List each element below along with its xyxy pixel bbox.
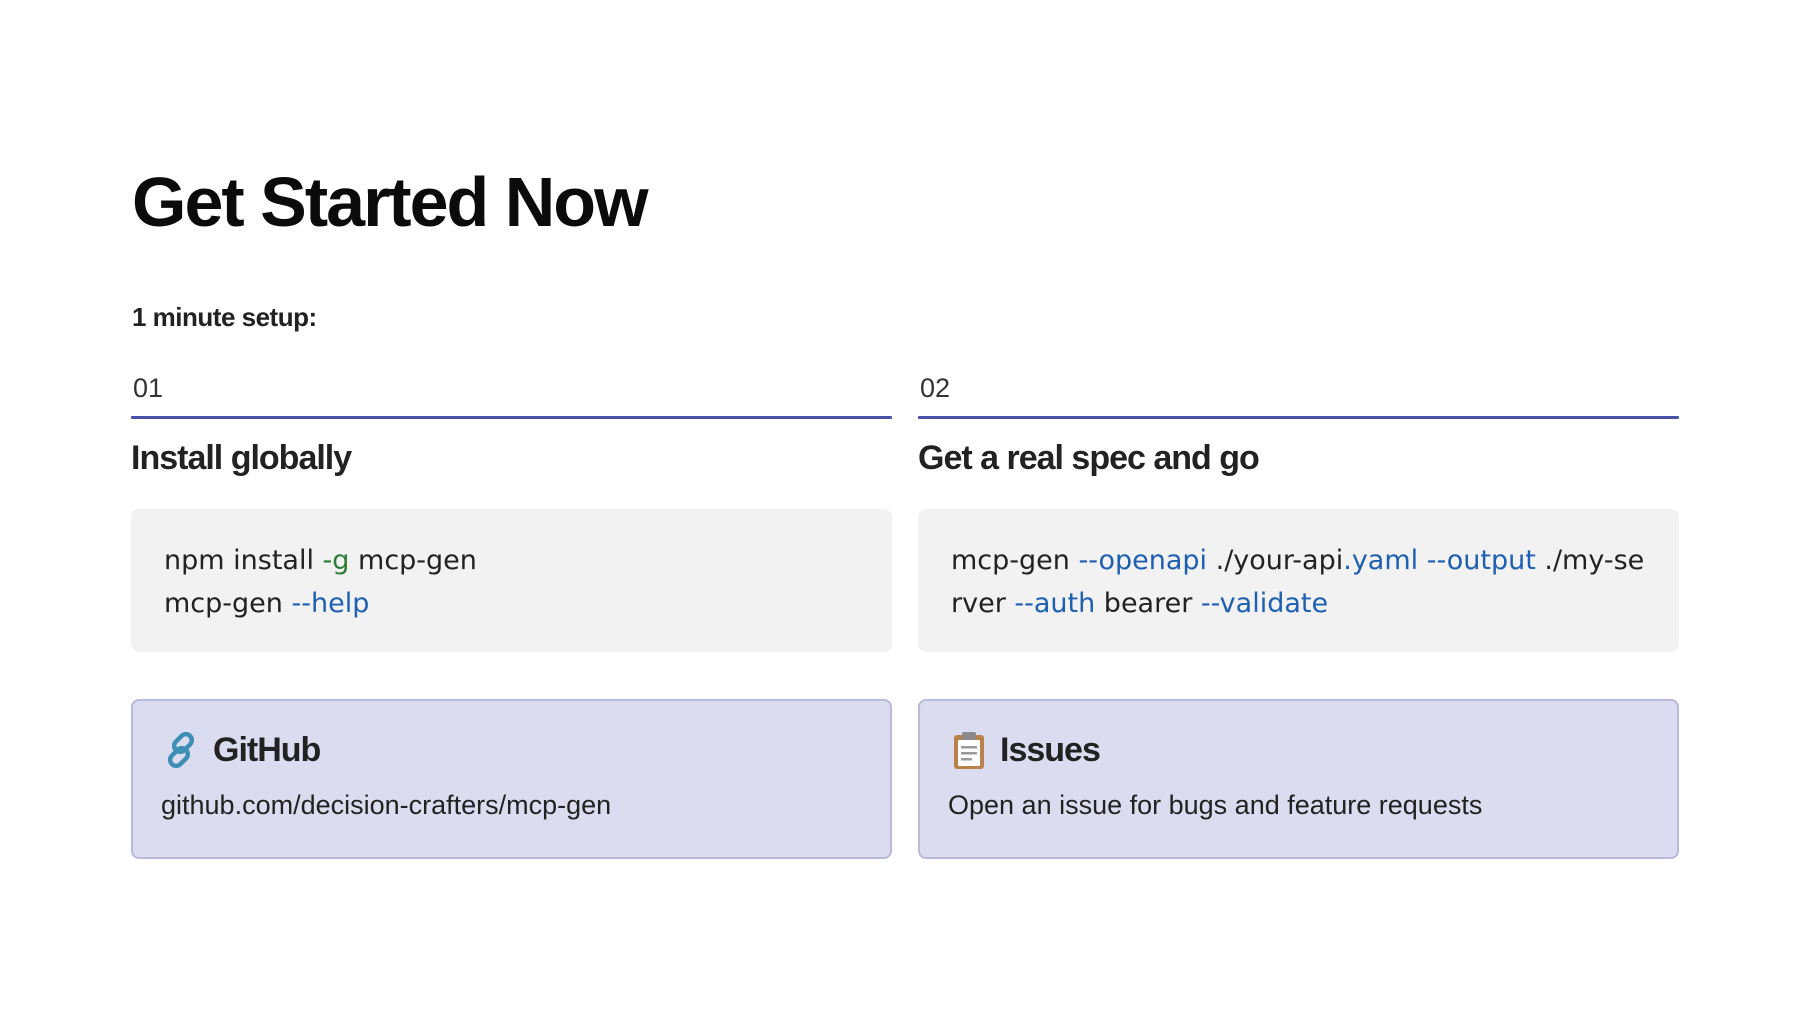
code-flag: --openapi [1078,545,1208,576]
code-flag: -g [322,545,350,576]
step-title: Get a real spec and go [918,439,1260,477]
code-text: npm install [164,545,323,576]
step-divider [918,416,1679,419]
code-block[interactable]: mcp-gen --openapi ./your-api.yaml --outp… [918,509,1679,652]
step-2: 02 Get a real spec and go mcp-gen --open… [918,370,1679,652]
link-icon [161,729,203,771]
card-title: GitHub [213,730,321,769]
slide: Get Started Now 1 minute setup: 01 Insta… [0,0,1800,1014]
code-flag: --validate [1200,588,1329,619]
setup-subtitle: 1 minute setup: [132,302,317,332]
step-1: 01 Install globally npm install -g mcp-g… [131,370,892,652]
code-text: mcp-gen [951,545,1079,576]
code-line: mcp-gen --openapi ./your-api.yaml --outp… [951,539,1647,625]
github-card[interactable]: GitHub github.com/decision-crafters/mcp-… [131,699,892,859]
step-title: Install globally [131,439,352,477]
code-flag: --auth [1014,588,1096,619]
issues-card[interactable]: Issues Open an issue for bugs and featur… [918,699,1679,859]
code-flag: .yaml [1343,545,1419,576]
code-text: ./your-api [1207,545,1344,576]
code-text: bearer [1095,588,1201,619]
step-number: 02 [920,373,951,403]
code-text: mcp-gen [349,545,477,576]
page-title: Get Started Now [132,163,649,241]
code-text: mcp-gen [164,588,292,619]
code-line: mcp-gen --help [164,582,860,625]
step-number: 01 [133,373,164,403]
step-divider [131,416,892,419]
github-url[interactable]: github.com/decision-crafters/mcp-gen [161,785,862,825]
issues-description: Open an issue for bugs and feature reque… [948,790,1483,820]
clipboard-icon [948,729,990,771]
card-title: Issues [1000,730,1101,769]
code-block[interactable]: npm install -g mcp-gen mcp-gen --help [131,509,892,652]
code-flag: --help [291,588,370,619]
code-flag: --output [1426,545,1536,576]
code-line: npm install -g mcp-gen [164,539,860,582]
